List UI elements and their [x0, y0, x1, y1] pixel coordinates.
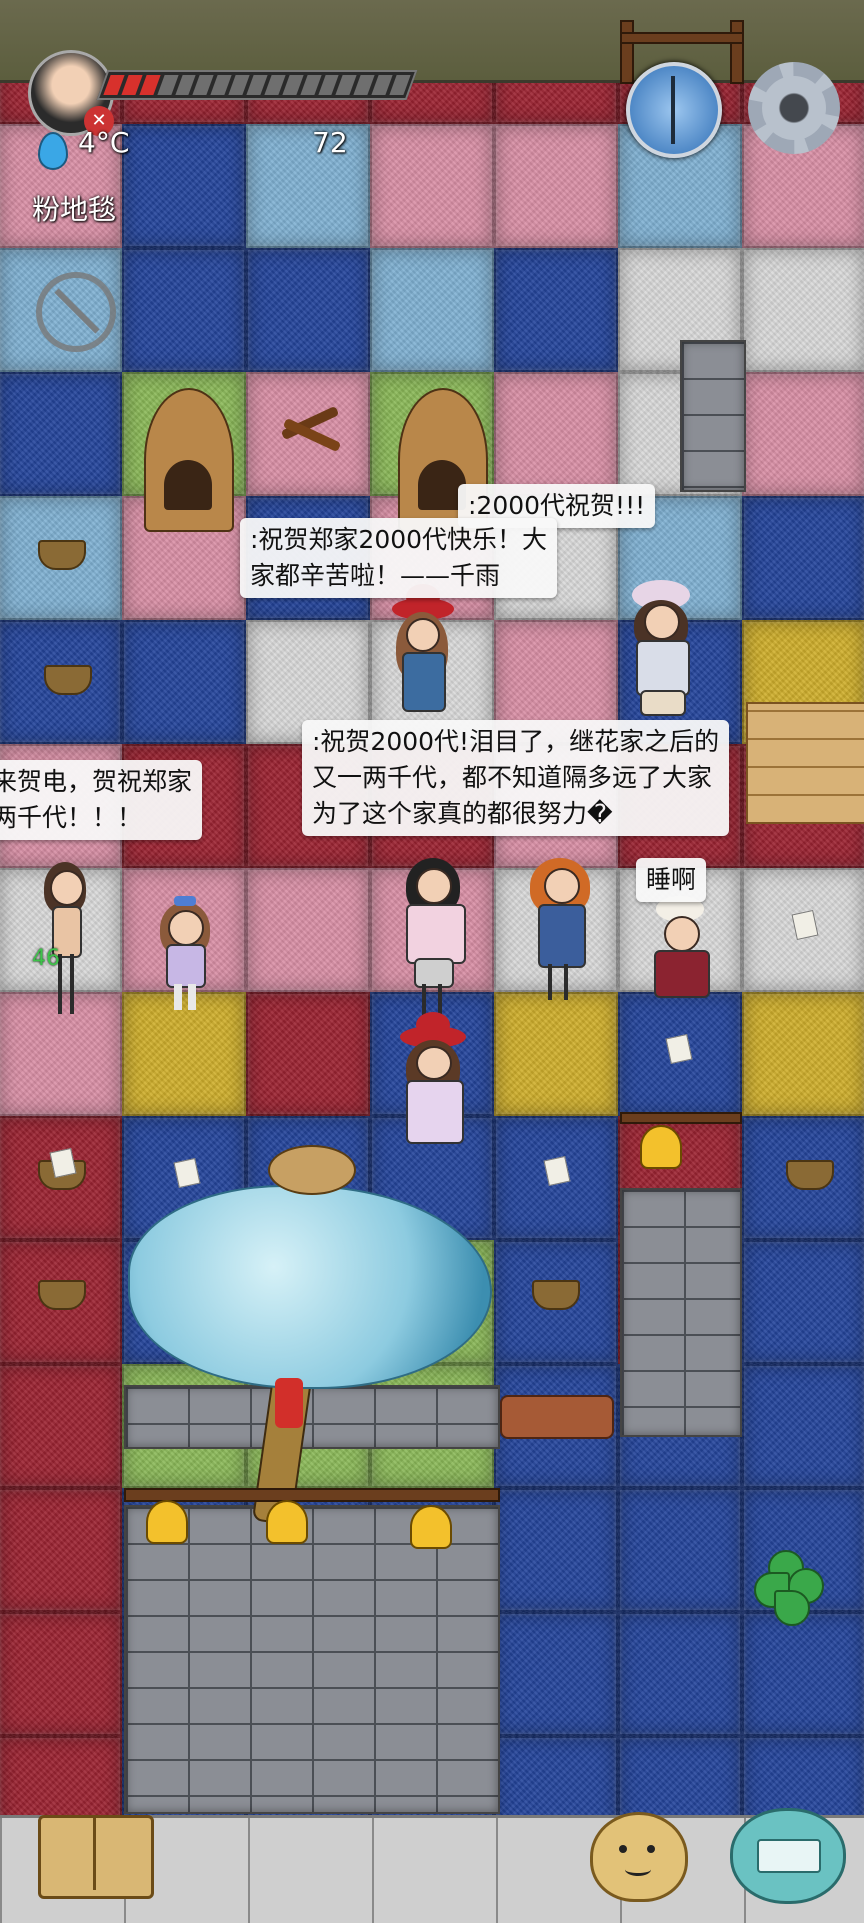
gear-icon[interactable]: [748, 62, 840, 154]
carpet-tile[interactable]: [494, 248, 618, 372]
carpet-tile[interactable]: [122, 124, 246, 248]
character-white-beanie[interactable]: [648, 896, 712, 1016]
fence-rail: [620, 32, 744, 44]
bell[interactable]: [266, 1500, 308, 1544]
character-red-hat-top[interactable]: [392, 584, 454, 730]
health-bar: [96, 70, 418, 100]
bell[interactable]: [146, 1500, 188, 1544]
carpet-tile[interactable]: [246, 124, 370, 248]
basket[interactable]: [38, 1280, 86, 1310]
carpet-tile[interactable]: [122, 248, 246, 372]
character-pink-coat[interactable]: [402, 858, 468, 1028]
carpet-tile[interactable]: [742, 496, 864, 620]
carpet-tile[interactable]: [246, 992, 370, 1116]
tree-stump[interactable]: [268, 1145, 356, 1195]
carpet-tile[interactable]: [742, 1612, 864, 1736]
carpet-tile[interactable]: [494, 1612, 618, 1736]
red-ribbon: [275, 1378, 303, 1428]
carpet-tile[interactable]: [742, 1240, 864, 1364]
basket[interactable]: [532, 1280, 580, 1310]
bell-frame: [620, 1112, 742, 1124]
stone-wall-top[interactable]: [124, 1385, 500, 1449]
bread-box[interactable]: [500, 1395, 614, 1439]
four-leaf-clover-icon[interactable]: [748, 1550, 826, 1630]
keyboard-chat-icon[interactable]: [730, 1808, 846, 1904]
speech-bubble: :祝贺2000代!泪目了，继花家之后的 又一两千代，都不知道隔多远了大家 为了这…: [302, 720, 730, 836]
speech-bubble: :祝贺郑家2000代快乐！大 家都辛苦啦！——千雨: [240, 518, 558, 598]
carpet-tile[interactable]: [742, 248, 864, 372]
carpet-tile[interactable]: [742, 992, 864, 1116]
no-sound-icon[interactable]: [36, 272, 116, 352]
character-red-hat-bottom[interactable]: [400, 1012, 466, 1148]
fence-post: [620, 20, 634, 84]
bell[interactable]: [410, 1505, 452, 1549]
basket[interactable]: [44, 665, 92, 695]
carpet-tile[interactable]: [246, 248, 370, 372]
carpet-tile[interactable]: [246, 868, 370, 992]
carpet-tile[interactable]: [494, 372, 618, 496]
player-age-label: 46: [32, 946, 60, 971]
character-child-blue-bow[interactable]: [156, 896, 216, 1020]
carpet-tile[interactable]: [0, 1612, 122, 1736]
carpet-tile[interactable]: [742, 372, 864, 496]
carpet-tile[interactable]: [122, 620, 246, 744]
carpet-tile[interactable]: [494, 1488, 618, 1612]
carpet-tile[interactable]: [0, 372, 122, 496]
carpet-tile[interactable]: [0, 1488, 122, 1612]
fence-post: [730, 20, 744, 84]
temperature-readout: 4°C: [78, 126, 130, 159]
carpet-tile[interactable]: [742, 1364, 864, 1488]
wooden-crate[interactable]: [746, 702, 864, 824]
compass-icon[interactable]: [626, 62, 722, 158]
carpet-tile[interactable]: [370, 248, 494, 372]
bell[interactable]: [640, 1125, 682, 1169]
speech-bubble: 来贺电，贺祝郑家 两千代！！！: [0, 760, 203, 840]
speech-bubble: 睡啊: [636, 858, 707, 902]
carpet-tile[interactable]: [0, 1364, 122, 1488]
carpet-tile[interactable]: [370, 124, 494, 248]
carpet-tile[interactable]: [618, 1612, 742, 1736]
stone-well[interactable]: [680, 340, 746, 492]
basket[interactable]: [786, 1160, 834, 1190]
basket[interactable]: [38, 540, 86, 570]
food-count: 72: [312, 126, 348, 159]
stone-floor-left[interactable]: [124, 1505, 500, 1814]
thermometer-drop-icon: [38, 132, 68, 170]
character-orange-hair[interactable]: [530, 858, 594, 1018]
location-label: 粉地毯: [32, 193, 117, 226]
potato-face-icon[interactable]: [590, 1812, 688, 1902]
character-naked-player[interactable]: 46: [32, 862, 96, 1022]
carpet-tile[interactable]: [494, 124, 618, 248]
character-white-hat-girl[interactable]: [626, 580, 696, 730]
bell-frame: [124, 1488, 500, 1502]
carpet-tile[interactable]: [618, 1488, 742, 1612]
kiln[interactable]: [144, 388, 234, 532]
stone-floor-right[interactable]: [620, 1188, 742, 1437]
health-segment: [389, 75, 411, 95]
book-icon[interactable]: [38, 1815, 154, 1899]
